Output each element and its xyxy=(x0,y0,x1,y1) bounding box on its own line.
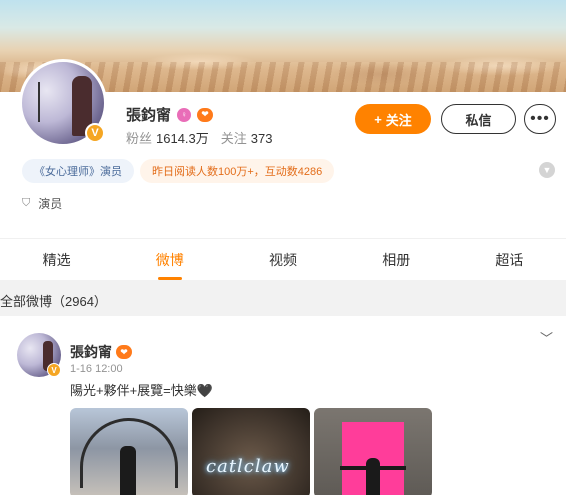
more-options-button[interactable]: ••• xyxy=(524,104,556,134)
post-timestamp[interactable]: 1-16 12:00 xyxy=(70,363,123,375)
tab-supertopic[interactable]: 超话 xyxy=(453,240,566,280)
fan-badge-icon[interactable]: ❤ xyxy=(116,345,132,359)
plus-icon: + xyxy=(374,111,382,127)
profile-tabs: 精选 微博 视频 相册 超话 xyxy=(0,240,566,280)
chevron-down-icon[interactable]: ▼ xyxy=(539,162,555,178)
more-icon: ••• xyxy=(530,110,550,127)
shield-icon: ⛉ xyxy=(22,197,31,209)
verified-badge-icon: V xyxy=(47,363,61,377)
tab-weibo[interactable]: 微博 xyxy=(113,240,226,280)
tab-featured[interactable]: 精选 xyxy=(0,240,113,280)
fans-count[interactable]: 粉丝 1614.3万 xyxy=(126,128,209,147)
post-author-name[interactable]: 張鈞甯 xyxy=(70,342,112,362)
feed-filter-bar: 全部微博（2964） xyxy=(0,280,566,316)
follow-button[interactable]: + 关注 xyxy=(355,104,431,134)
profile-name-row: 張鈞甯 ♀ ❤ xyxy=(126,104,214,125)
verified-badge-icon: V xyxy=(85,123,105,143)
profile-occupation: ⛉ 演员 xyxy=(22,195,62,212)
tab-album[interactable]: 相册 xyxy=(340,240,453,280)
divider xyxy=(0,238,566,239)
occupation-label: 演员 xyxy=(38,197,63,211)
post-author-row: 張鈞甯 ❤ xyxy=(70,342,132,362)
post-images: catlclaw xyxy=(70,408,432,495)
profile-name: 張鈞甯 xyxy=(126,107,172,124)
profile-avatar[interactable]: V xyxy=(19,59,107,147)
post-image-3[interactable] xyxy=(314,408,432,495)
neon-sign-text: catlclaw xyxy=(206,456,290,477)
feed-post: V 張鈞甯 ❤ 1-16 12:00 陽光+夥伴+展覽=快樂🖤 ﹀ catlcl… xyxy=(0,316,566,495)
tab-video[interactable]: 视频 xyxy=(226,240,339,280)
following-count[interactable]: 关注 373 xyxy=(221,128,273,147)
fan-badge-icon[interactable]: ❤ xyxy=(197,107,214,122)
profile-stats: 粉丝 1614.3万 关注 373 xyxy=(126,128,273,147)
female-level-icon[interactable]: ♀ xyxy=(177,107,192,122)
post-image-2[interactable]: catlclaw xyxy=(192,408,310,495)
message-button[interactable]: 私信 xyxy=(441,104,516,134)
profile-tags: 《女心理师》演员 昨日阅读人数100万+，互动数4286 xyxy=(22,159,335,183)
feed-filter-label[interactable]: 全部微博（2964） xyxy=(0,291,107,310)
follow-button-label: 关注 xyxy=(385,112,412,128)
post-image-1[interactable] xyxy=(70,408,188,495)
post-text: 陽光+夥伴+展覽=快樂🖤 xyxy=(70,383,213,398)
tag-drama-role[interactable]: 《女心理师》演员 xyxy=(22,159,134,183)
chevron-down-icon[interactable]: ﹀ xyxy=(540,328,553,347)
tag-reading-stats[interactable]: 昨日阅读人数100万+，互动数4286 xyxy=(140,159,335,183)
